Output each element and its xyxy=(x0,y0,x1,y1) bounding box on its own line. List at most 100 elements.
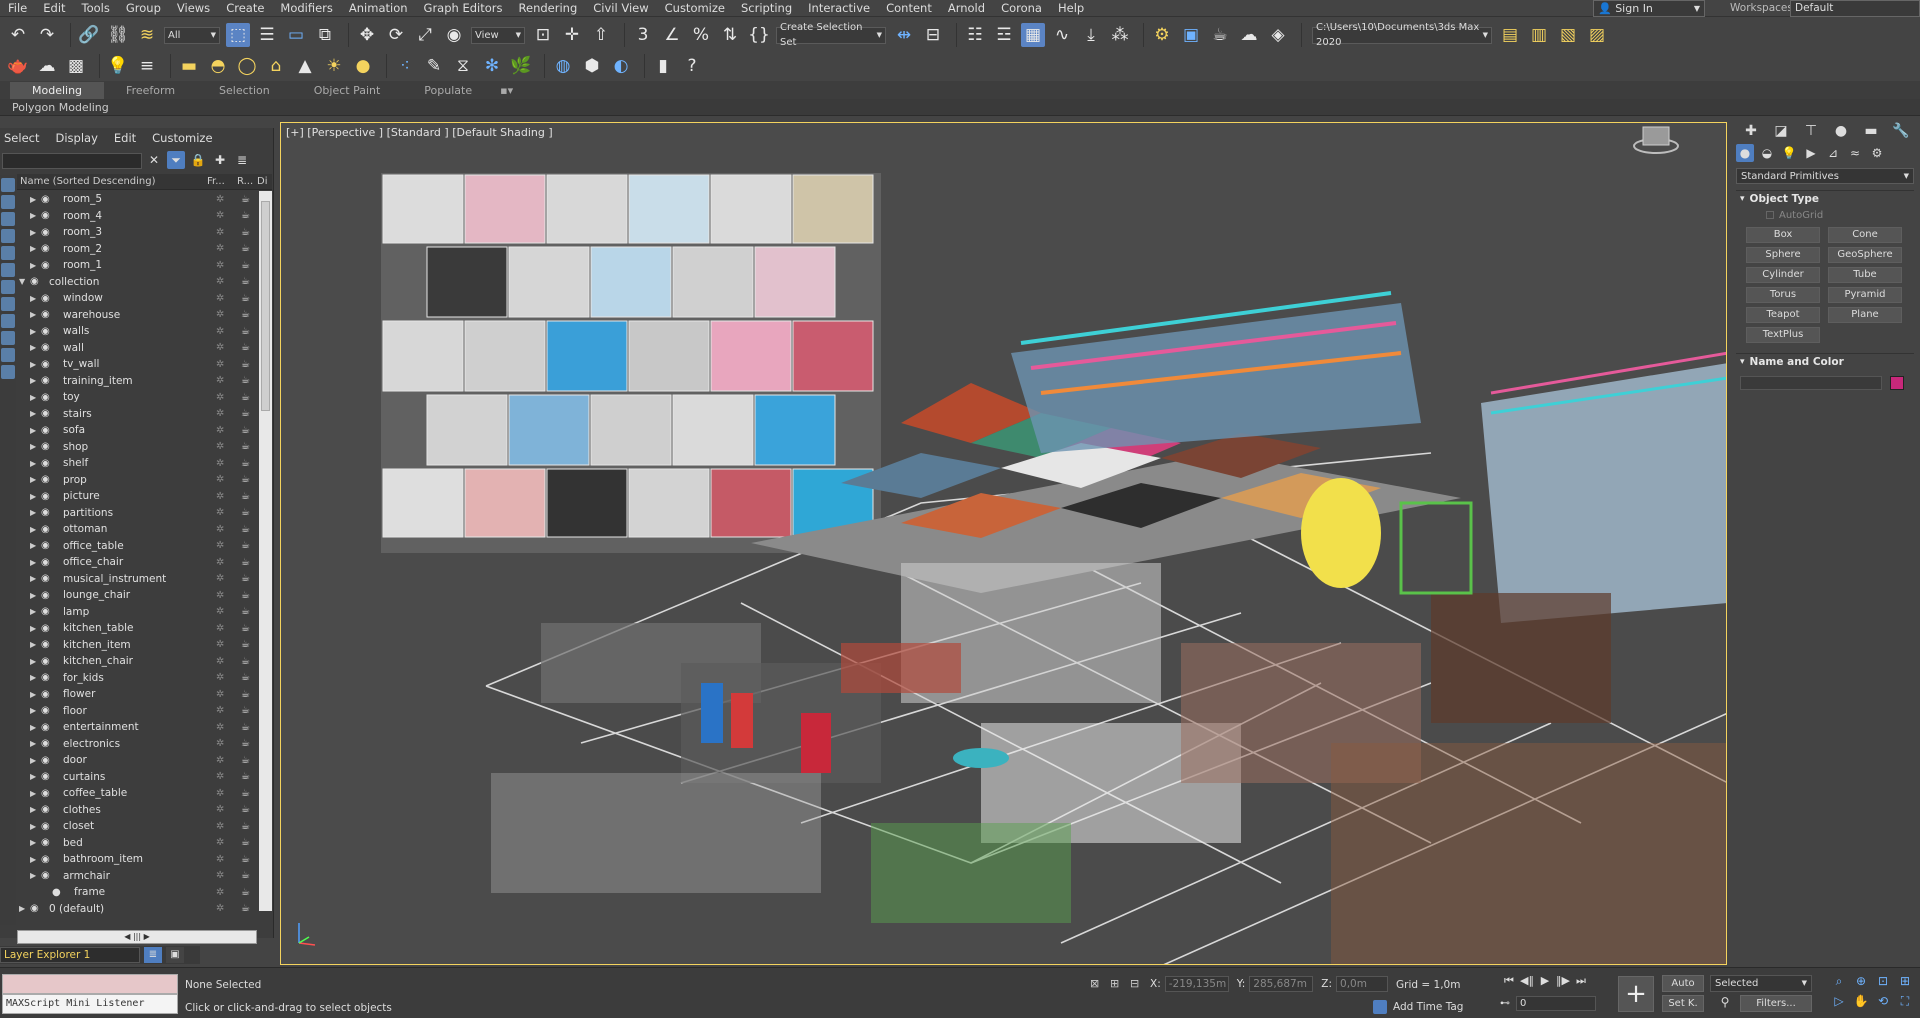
maxscript-input[interactable]: MAXScript Mini Listener xyxy=(2,994,178,1014)
scatter-icon[interactable]: ⁖ xyxy=(393,54,417,78)
renderable-teapot-icon[interactable]: ☕ xyxy=(241,326,250,337)
expand-toggle-icon[interactable]: ▶ xyxy=(30,756,36,765)
freeze-icon[interactable]: ✲ xyxy=(216,392,224,403)
renderable-teapot-icon[interactable]: ☕ xyxy=(241,507,250,518)
visibility-eye-icon[interactable]: ● xyxy=(52,887,61,898)
expand-toggle-icon[interactable]: ▶ xyxy=(30,376,36,385)
menu-animation[interactable]: Animation xyxy=(341,0,416,17)
freeze-icon[interactable]: ✲ xyxy=(216,887,224,898)
freeze-icon[interactable]: ✲ xyxy=(216,375,224,386)
geometry-icon[interactable]: ● xyxy=(1736,144,1754,162)
expand-toggle-icon[interactable]: ▶ xyxy=(30,228,36,237)
column-renderable[interactable]: R... xyxy=(237,176,257,187)
renderable-teapot-icon[interactable]: ☕ xyxy=(241,590,250,601)
display-cameras-icon[interactable] xyxy=(1,246,15,260)
shapes-icon[interactable]: ◒ xyxy=(1758,144,1776,162)
expand-toggle-icon[interactable]: ▶ xyxy=(30,541,36,550)
pyramid-button[interactable]: Pyramid xyxy=(1828,287,1902,303)
explorer-menu-select[interactable]: Select xyxy=(4,131,39,145)
renderable-teapot-icon[interactable]: ☕ xyxy=(241,705,250,716)
add-time-tag[interactable]: Add Time Tag xyxy=(1373,1000,1463,1014)
layer-row[interactable]: ▶ ◉ kitchen_item ✲ ☕ xyxy=(17,637,258,654)
window-crossing-icon[interactable]: ⧉ xyxy=(313,23,337,47)
sphere-button[interactable]: Sphere xyxy=(1746,247,1820,263)
layer-row[interactable]: ▶ ◉ lamp ✲ ☕ xyxy=(17,604,258,621)
freeze-icon[interactable]: ✲ xyxy=(216,293,224,304)
tab-object-paint[interactable]: Object Paint xyxy=(292,82,403,99)
expand-toggle-icon[interactable]: ▶ xyxy=(30,244,36,253)
expand-toggle-icon[interactable]: ▶ xyxy=(30,855,36,864)
pan-icon[interactable]: ✋ xyxy=(1852,994,1870,1010)
auto-key-button[interactable]: Auto xyxy=(1662,975,1704,992)
layer-row[interactable]: ▶ ◉ room_5 ✲ ☕ xyxy=(17,191,258,208)
freeze-icon[interactable]: ✲ xyxy=(216,804,224,815)
angle-snap-icon[interactable]: ∠ xyxy=(660,23,684,47)
visibility-eye-icon[interactable]: ◉ xyxy=(41,491,50,502)
freeze-icon[interactable]: ✲ xyxy=(216,425,224,436)
render-activeshade-icon[interactable]: ◈ xyxy=(1266,23,1290,47)
tab-modeling[interactable]: Modeling xyxy=(10,82,105,99)
layer-row[interactable]: ▶ ◉ door ✲ ☕ xyxy=(17,752,258,769)
help-icon[interactable]: ? xyxy=(680,54,704,78)
visibility-eye-icon[interactable]: ◉ xyxy=(41,210,50,221)
display-lights-icon[interactable] xyxy=(1,229,15,243)
workspaces-dropdown[interactable]: Default xyxy=(1790,0,1920,17)
move-icon[interactable]: ✥ xyxy=(355,23,379,47)
expand-toggle-icon[interactable]: ▶ xyxy=(30,360,36,369)
freeze-icon[interactable]: ✲ xyxy=(216,573,224,584)
bind-space-warp-icon[interactable]: ≋ xyxy=(135,23,159,47)
freeze-icon[interactable]: ✲ xyxy=(216,309,224,320)
expand-toggle-icon[interactable]: ▶ xyxy=(19,904,25,913)
create-tab-icon[interactable]: ✚ xyxy=(1740,123,1762,141)
expand-toggle-icon[interactable]: ▶ xyxy=(30,723,36,732)
visibility-eye-icon[interactable]: ◉ xyxy=(41,540,50,551)
go-to-start-icon[interactable]: ⏮ xyxy=(1500,974,1518,990)
freeze-icon[interactable]: ✲ xyxy=(216,903,224,914)
layer-row[interactable]: ▶ ◉ coffee_table ✲ ☕ xyxy=(17,785,258,802)
menu-graph-editors[interactable]: Graph Editors xyxy=(416,0,511,17)
expand-toggle-icon[interactable]: ▼ xyxy=(19,277,25,286)
display-none-icon[interactable] xyxy=(1,178,15,192)
renderable-teapot-icon[interactable]: ☕ xyxy=(241,722,250,733)
gear-icon[interactable]: ✻ xyxy=(480,54,504,78)
utilities-tab-icon[interactable]: 🔧 xyxy=(1890,123,1912,141)
tab-selection[interactable]: Selection xyxy=(197,82,292,99)
layer-row[interactable]: ▶ ◉ office_chair ✲ ☕ xyxy=(17,554,258,571)
menu-corona[interactable]: Corona xyxy=(993,0,1050,17)
layer-row[interactable]: ▶ ◉ room_2 ✲ ☕ xyxy=(17,241,258,258)
freeze-icon[interactable]: ✲ xyxy=(216,870,224,881)
freeze-icon[interactable]: ✲ xyxy=(216,606,224,617)
freeze-icon[interactable]: ✲ xyxy=(216,837,224,848)
name-and-color-header[interactable]: ▾ Name and Color xyxy=(1736,354,1914,370)
renderable-teapot-icon[interactable]: ☕ xyxy=(241,276,250,287)
layer-row[interactable]: ▶ ◉ prop ✲ ☕ xyxy=(17,472,258,489)
layer-row[interactable]: ▼ ◉ collection ✲ ☕ xyxy=(17,274,258,291)
reference-coord-dropdown[interactable]: View ▼ xyxy=(471,26,525,44)
visibility-eye-icon[interactable]: ◉ xyxy=(41,722,50,733)
visibility-eye-icon[interactable]: ◉ xyxy=(41,441,50,452)
display-xrefs-icon[interactable] xyxy=(1,314,15,328)
z-coordinate-field[interactable]: 0,0m xyxy=(1336,976,1389,992)
zoom-icon[interactable]: ⌕ xyxy=(1830,974,1848,990)
renderable-teapot-icon[interactable]: ☕ xyxy=(241,293,250,304)
renderable-teapot-icon[interactable]: ☕ xyxy=(241,854,250,865)
freeze-icon[interactable]: ✲ xyxy=(216,755,224,766)
project-folder-icon[interactable]: ▤ xyxy=(1498,23,1522,47)
teapot-button[interactable]: Teapot xyxy=(1746,307,1820,323)
column-display[interactable]: Di xyxy=(257,176,267,187)
freeze-icon[interactable]: ✲ xyxy=(216,474,224,485)
lights-icon[interactable]: 💡 xyxy=(1780,144,1798,162)
expand-toggle-icon[interactable]: ▶ xyxy=(30,624,36,633)
sun-icon[interactable]: ☀ xyxy=(322,54,346,78)
visibility-eye-icon[interactable]: ◉ xyxy=(41,738,50,749)
toggle-layer-explorer-icon[interactable]: ☲ xyxy=(992,23,1016,47)
render-production-icon[interactable]: ☕ xyxy=(1208,23,1232,47)
freeze-icon[interactable]: ✲ xyxy=(216,441,224,452)
layer-row[interactable]: ▶ ◉ flower ✲ ☕ xyxy=(17,686,258,703)
expand-toggle-icon[interactable]: ▶ xyxy=(30,657,36,666)
visibility-eye-icon[interactable]: ◉ xyxy=(41,425,50,436)
freeze-icon[interactable]: ✲ xyxy=(216,210,224,221)
renderable-teapot-icon[interactable]: ☕ xyxy=(241,606,250,617)
display-shapes-icon[interactable] xyxy=(1,212,15,226)
freeze-icon[interactable]: ✲ xyxy=(216,656,224,667)
